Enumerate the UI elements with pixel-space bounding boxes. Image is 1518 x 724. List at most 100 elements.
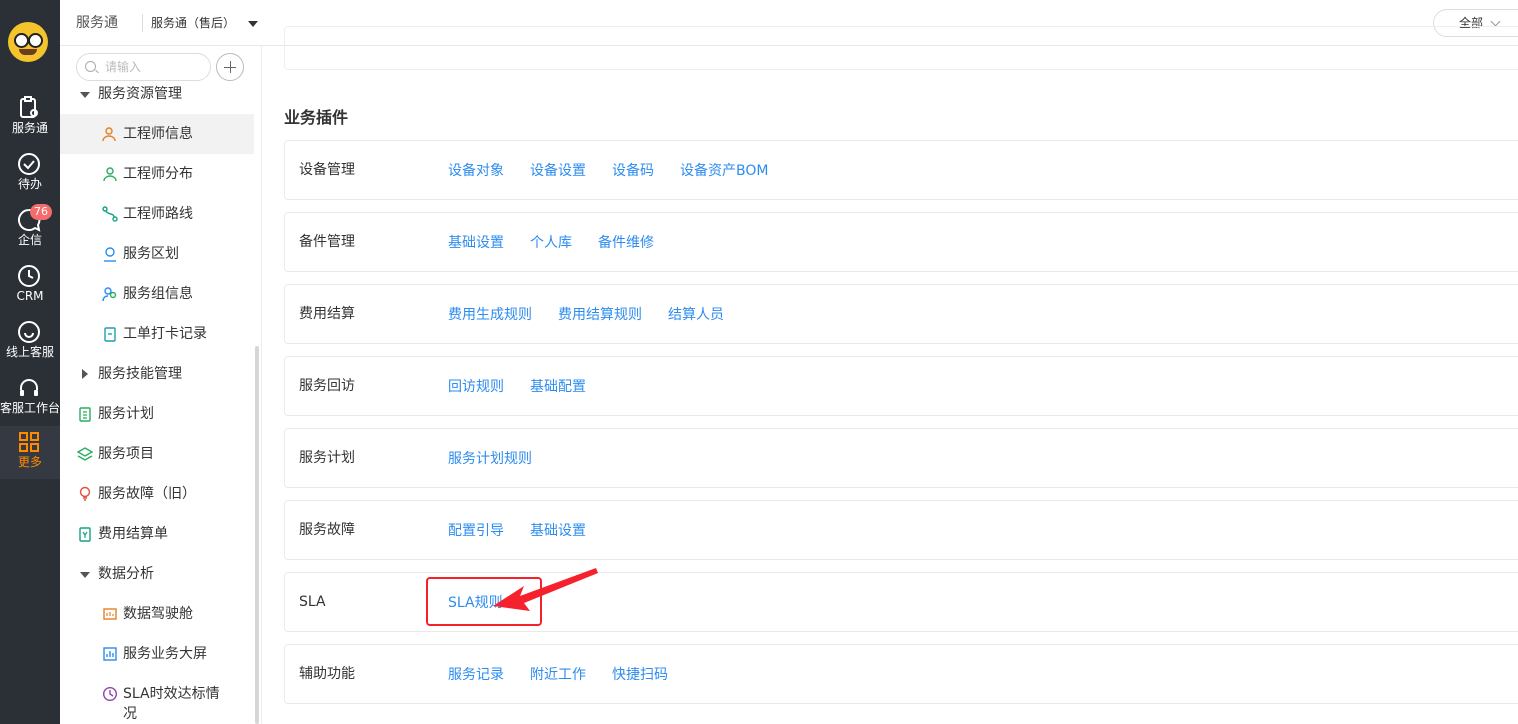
sidebar-item-label: 工程师信息 [123, 126, 193, 142]
sidebar-group-skill-management[interactable]: 服务技能管理 [60, 354, 254, 394]
rail-item-more[interactable]: 更多 [0, 426, 60, 479]
sidebar-item-label: SLA时效达标情况 [123, 686, 220, 722]
sidebar-item-service-region[interactable]: 服务区划 [60, 234, 254, 274]
plugin-link[interactable]: 基础设置 [448, 235, 504, 251]
plugin-link[interactable]: 备件维修 [598, 235, 654, 251]
location-person-icon [103, 167, 117, 182]
sidebar-item-label: 工程师分布 [123, 166, 193, 182]
sidebar-item-expense-settlement[interactable]: 费用结算单 [60, 514, 254, 554]
plugin-name: 费用结算 [299, 306, 355, 322]
sidebar-item-service-project[interactable]: 服务项目 [60, 434, 254, 474]
grid-icon [19, 432, 39, 452]
sidebar-item-engineer-info[interactable]: 工程师信息 [60, 114, 254, 154]
smile-chat-icon [18, 321, 40, 343]
plugin-link[interactable]: 回访规则 [448, 379, 504, 395]
app-logo[interactable] [8, 22, 48, 62]
plugin-row: 服务故障 配置引导 基础设置 [284, 500, 1518, 560]
headset-icon [20, 379, 38, 396]
sidebar-item-sla-compliance[interactable]: SLA时效达标情况 [60, 674, 254, 724]
sidebar-item-label: 工单打卡记录 [123, 326, 207, 342]
sidebar-scrollbar[interactable] [255, 346, 259, 724]
plugin-row: 服务回访 回访规则 基础配置 [284, 356, 1518, 416]
sidebar-item-engineer-route[interactable]: 工程师路线 [60, 194, 254, 234]
app-selector-label: 服务通（售后） [151, 16, 236, 30]
plugin-row: 费用结算 费用生成规则 费用结算规则 结算人员 [284, 284, 1518, 344]
rail-item-online-service[interactable]: 线上客服 [0, 316, 60, 368]
plugin-link[interactable]: 服务记录 [448, 667, 504, 683]
search-placeholder: 请输入 [105, 60, 142, 74]
plugin-row: 设备管理 设备对象 设备设置 设备码 设备资产BOM [284, 140, 1518, 200]
rail-label: 待办 [17, 177, 42, 191]
unread-badge: 76 [30, 204, 52, 220]
caret-down-icon [80, 92, 90, 98]
sidebar-item-service-group[interactable]: 服务组信息 [60, 274, 254, 314]
rail-label: 企信 [17, 233, 42, 247]
plugin-link[interactable]: 费用生成规则 [448, 307, 532, 323]
sidebar-item-data-cockpit[interactable]: 数据驾驶舱 [60, 594, 254, 634]
plugin-link[interactable]: 配置引导 [448, 523, 504, 539]
plan-icon [79, 407, 91, 422]
sidebar-item-checkin-records[interactable]: 工单打卡记录 [60, 314, 254, 354]
plugin-name: SLA [299, 594, 326, 610]
section-title: 业务插件 [284, 108, 349, 127]
sidebar-item-business-screen[interactable]: 服务业务大屏 [60, 634, 254, 674]
sidebar-item-label: 服务组信息 [123, 286, 193, 302]
plugin-link[interactable]: 设备设置 [530, 163, 586, 179]
sidebar-item-label: 服务故障（旧） [98, 486, 196, 502]
sidebar-item-label: 服务计划 [98, 406, 154, 422]
rail-label: 线上客服 [5, 345, 54, 359]
plugin-name: 辅助功能 [299, 666, 355, 682]
region-icon [104, 247, 116, 262]
caret-right-icon [82, 369, 88, 379]
plugin-link[interactable]: 基础设置 [530, 523, 586, 539]
app-title: 服务通 [76, 15, 118, 31]
group-icon [102, 287, 117, 302]
sidebar-item-label: 服务项目 [98, 446, 154, 462]
plugin-link[interactable]: 设备对象 [448, 163, 504, 179]
sidebar-group-service-resources[interactable]: 服务资源管理 [60, 74, 254, 114]
rail-item-chat[interactable]: 76 企信 [0, 204, 60, 256]
sidebar-item-label: 工程师路线 [123, 206, 193, 222]
dashboard-icon [103, 608, 117, 620]
sidebar-item-service-plan[interactable]: 服务计划 [60, 394, 254, 434]
rail-label: 服务通 [11, 121, 48, 135]
plugin-link[interactable]: 基础配置 [530, 379, 586, 395]
route-icon [102, 206, 118, 222]
sidebar-item-engineer-distribution[interactable]: 工程师分布 [60, 154, 254, 194]
plugin-link[interactable]: 费用结算规则 [558, 307, 642, 323]
caret-down-icon[interactable] [248, 21, 258, 27]
check-circle-icon [18, 153, 40, 175]
sidebar-item-label: 服务业务大屏 [123, 646, 207, 662]
divider [142, 14, 143, 32]
layers-icon [77, 447, 93, 461]
plugin-link[interactable]: 快捷扫码 [612, 667, 668, 683]
plugin-name: 服务计划 [299, 450, 355, 466]
rail-label: CRM [16, 289, 44, 303]
bulb-icon [79, 486, 91, 501]
rail-item-service[interactable]: 服务通 [0, 92, 60, 144]
rail-item-crm[interactable]: CRM [0, 260, 60, 312]
caret-down-icon [80, 572, 90, 578]
highlight-box [426, 577, 542, 626]
plugin-name: 备件管理 [299, 234, 355, 250]
plugin-link[interactable]: 个人库 [530, 235, 572, 251]
rail-label: 更多 [17, 455, 42, 469]
sidebar-item-label: 数据分析 [98, 566, 154, 582]
plugin-link[interactable]: 附近工作 [530, 667, 586, 683]
plugin-link[interactable]: 设备资产BOM [680, 163, 768, 179]
plugin-name: 服务回访 [299, 378, 355, 394]
plugin-link[interactable]: 结算人员 [668, 307, 724, 323]
rail-item-todo[interactable]: 待办 [0, 148, 60, 200]
sidebar-item-label: 服务技能管理 [98, 366, 182, 382]
sidebar-item-service-fault-old[interactable]: 服务故障（旧） [60, 474, 254, 514]
invoice-icon [79, 527, 91, 542]
rail-item-agent-desk[interactable]: 客服工作台 [0, 372, 60, 424]
app-rail: 服务通 待办 76 企信 CRM 线上客服 客服工作台 更多 [0, 0, 60, 724]
plugin-link[interactable]: 服务计划规则 [448, 451, 532, 467]
sidebar-group-data-analysis[interactable]: 数据分析 [60, 554, 254, 594]
plugin-row: 备件管理 基础设置 个人库 备件维修 [284, 212, 1518, 272]
plugin-name: 设备管理 [299, 162, 355, 178]
checkin-icon [104, 327, 116, 342]
plugin-link[interactable]: 设备码 [612, 163, 654, 179]
sidebar-item-label: 数据驾驶舱 [123, 606, 193, 622]
